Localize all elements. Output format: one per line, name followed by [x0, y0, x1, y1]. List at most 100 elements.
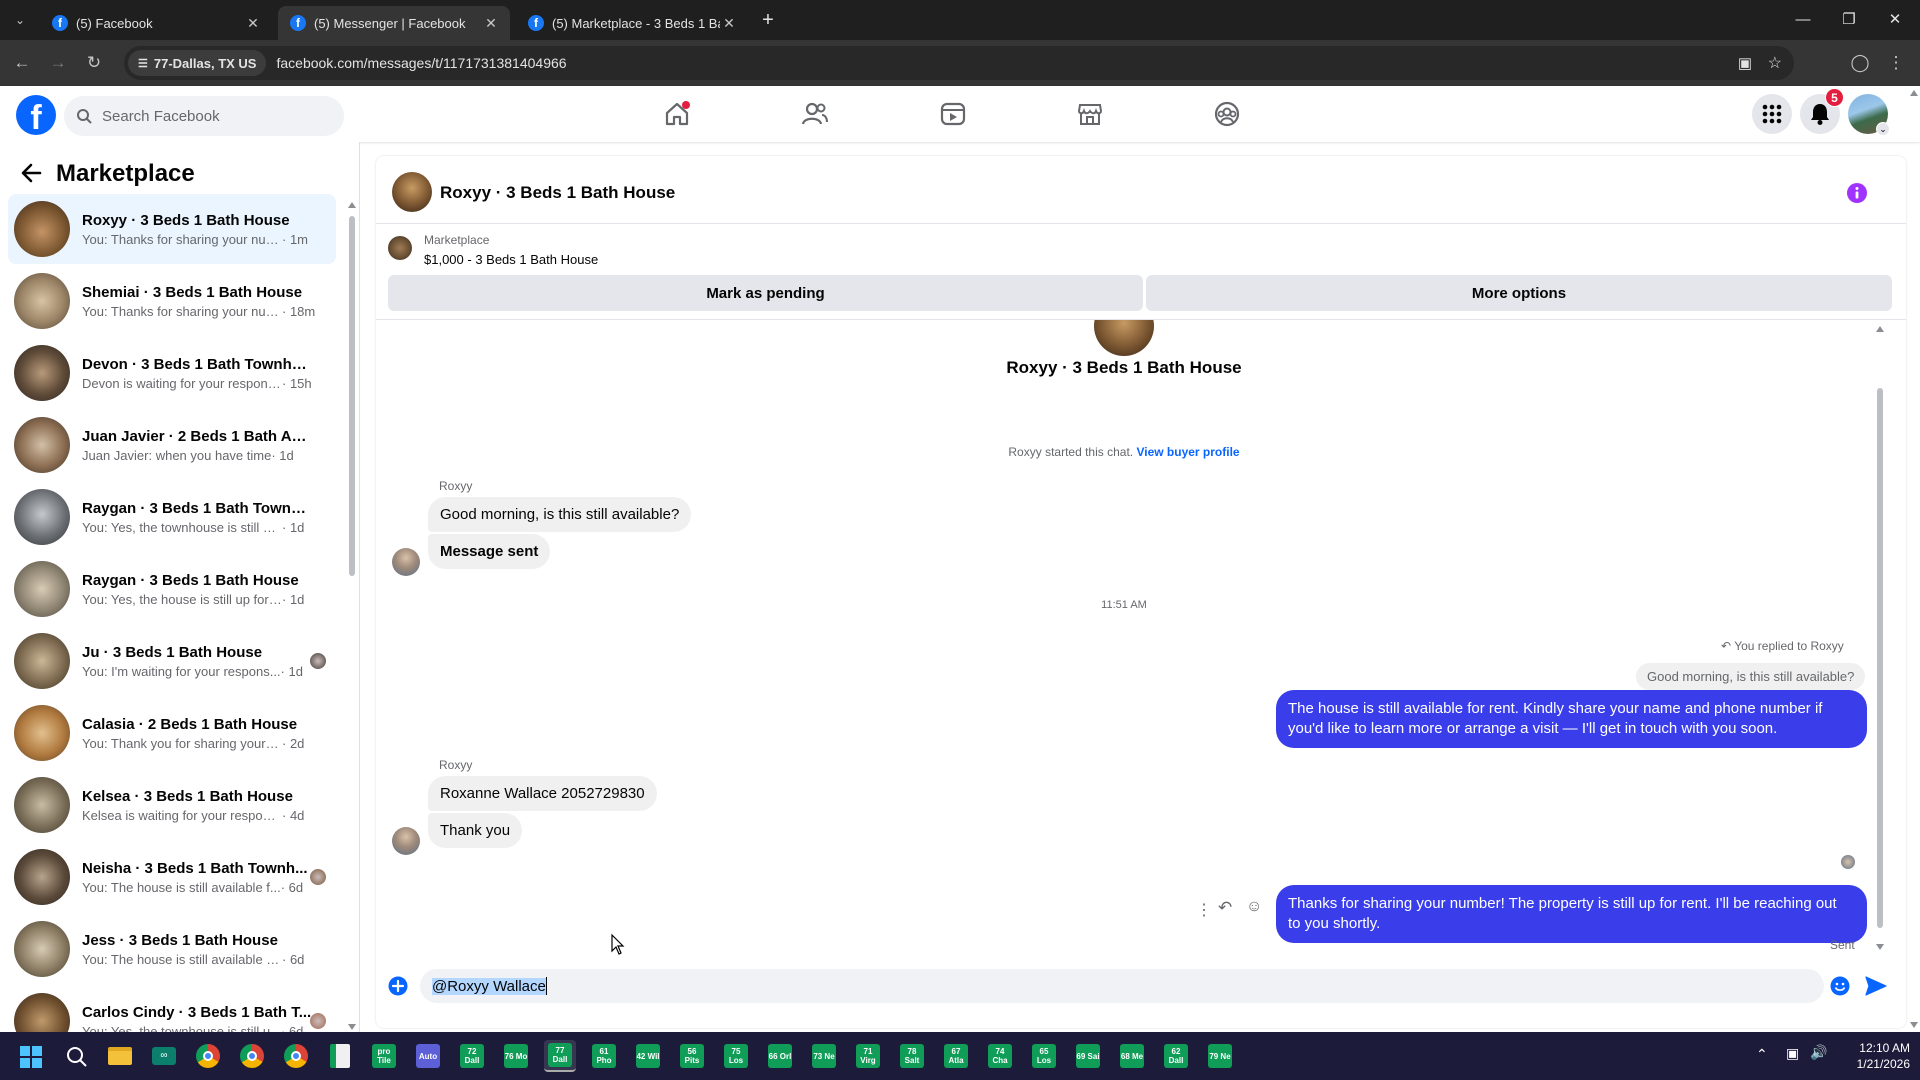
taskbar-search-icon[interactable]	[66, 1046, 88, 1068]
close-tab-icon[interactable]: ✕	[244, 15, 262, 32]
taskbar-app-group[interactable]: 66 Orl	[764, 1040, 796, 1072]
scrollbar-thumb[interactable]	[1877, 388, 1883, 928]
back-arrow-icon[interactable]	[20, 162, 42, 184]
sender-avatar[interactable]	[392, 548, 420, 576]
taskbar-app-group[interactable]: 77 Dall	[544, 1040, 576, 1072]
quoted-message[interactable]: Good morning, is this still available?	[1636, 663, 1866, 690]
taskbar-app-group[interactable]: 76 Mo	[500, 1040, 532, 1072]
nav-video[interactable]	[898, 92, 1008, 136]
conversation-item[interactable]: Neisha · 3 Beds 1 Bath Townh... You: The …	[8, 842, 336, 912]
taskbar-app-group[interactable]: 67 Atla	[940, 1040, 972, 1072]
conversation-item[interactable]: Roxyy · 3 Beds 1 Bath House You: Thanks f…	[8, 194, 336, 264]
account-avatar[interactable]: ⌄	[1848, 94, 1890, 136]
bookmark-star-icon[interactable]: ☆	[1768, 53, 1782, 73]
scrollbar-thumb[interactable]	[349, 216, 355, 576]
taskbar-app-group[interactable]: 65 Los	[1028, 1040, 1060, 1072]
scroll-down-icon[interactable]	[1910, 1022, 1918, 1028]
taskbar-app-group[interactable]: 69 Sai	[1072, 1040, 1104, 1072]
new-tab-icon[interactable]: +	[754, 6, 782, 34]
sheets-icon[interactable]	[324, 1040, 356, 1072]
scroll-up-icon[interactable]	[1876, 326, 1884, 332]
more-options-button[interactable]: More options	[1146, 275, 1892, 311]
listing-title[interactable]: $1,000 - 3 Beds 1 Bath House	[424, 252, 598, 267]
taskbar-app-group[interactable]: 68 Me	[1116, 1040, 1148, 1072]
scroll-down-icon[interactable]	[1876, 944, 1884, 950]
taskbar-app-group[interactable]: 75 Los	[720, 1040, 752, 1072]
scroll-up-icon[interactable]	[348, 202, 356, 208]
tray-chevron-icon[interactable]: ⌃	[1756, 1046, 1768, 1063]
emoji-icon[interactable]	[1830, 976, 1850, 996]
conversation-item[interactable]: Raygan · 3 Beds 1 Bath Townhou... You: Ye…	[8, 482, 336, 552]
close-tab-icon[interactable]: ✕	[482, 15, 500, 32]
outgoing-message-bubble[interactable]: The house is still available for rent. K…	[1276, 690, 1867, 748]
conversation-item[interactable]: Calasia · 2 Beds 1 Bath House You: Thank …	[8, 698, 336, 768]
network-icon[interactable]: ▣	[1786, 1045, 1799, 1062]
conversation-item[interactable]: Devon · 3 Beds 1 Bath Townhouse Devon is …	[8, 338, 336, 408]
taskbar-app-group[interactable]: Auto	[412, 1040, 444, 1072]
close-window-icon[interactable]: ✕	[1872, 6, 1918, 34]
taskbar-app-group[interactable]: 74 Cha	[984, 1040, 1016, 1072]
sender-avatar[interactable]	[392, 827, 420, 855]
reload-icon[interactable]: ↻	[80, 49, 108, 77]
tab-search-icon[interactable]: ⌄	[6, 6, 34, 34]
conversation-item[interactable]: Juan Javier · 2 Beds 1 Bath Apart... Juan…	[8, 410, 336, 480]
message-bubble[interactable]: Thank you	[428, 813, 523, 848]
taskbar-app-group[interactable]: 56 Pits	[676, 1040, 708, 1072]
nav-marketplace[interactable]	[1035, 92, 1145, 136]
profile-icon[interactable]: ◯	[1846, 49, 1874, 77]
menu-button[interactable]	[1752, 94, 1792, 134]
conversation-item[interactable]: Kelsea · 3 Beds 1 Bath House Kelsea is wa…	[8, 770, 336, 840]
search-input[interactable]: Search Facebook	[64, 96, 344, 136]
volume-icon[interactable]: 🔊	[1810, 1044, 1827, 1061]
nav-groups[interactable]	[1172, 92, 1282, 136]
chat-avatar[interactable]	[392, 172, 432, 212]
message-bubble[interactable]: Message sent	[428, 534, 551, 569]
taskbar-app-group[interactable]: 73 Ne	[808, 1040, 840, 1072]
message-input[interactable]: @Roxyy Wallace	[420, 969, 1850, 1003]
taskbar-app-group[interactable]: 61 Pho	[588, 1040, 620, 1072]
restore-icon[interactable]: ❐	[1826, 6, 1872, 34]
conversation-item[interactable]: Jess · 3 Beds 1 Bath House You: The house…	[8, 914, 336, 984]
tab-messenger[interactable]: f (5) Messenger | Facebook ✕	[278, 6, 510, 40]
taskbar-app-group[interactable]: 72 Dall	[456, 1040, 488, 1072]
taskbar-app-group[interactable]: pro Tile	[368, 1040, 400, 1072]
tab-marketplace[interactable]: f (5) Marketplace - 3 Beds 1 Bath ✕	[516, 6, 748, 40]
chrome-profile-icon[interactable]	[236, 1040, 268, 1072]
message-reply-icon[interactable]: ↶	[1218, 898, 1232, 918]
scroll-down-icon[interactable]	[348, 1024, 356, 1030]
message-react-icon[interactable]: ☺	[1246, 898, 1262, 916]
scroll-up-icon[interactable]	[1910, 90, 1918, 96]
back-icon[interactable]: ←	[8, 49, 36, 77]
location-chip[interactable]: ☰ 77-Dallas, TX US	[128, 50, 267, 76]
facebook-logo-icon[interactable]: f	[16, 95, 56, 135]
install-app-icon[interactable]: ▣	[1738, 54, 1752, 72]
file-explorer-icon[interactable]	[104, 1040, 136, 1072]
address-bar[interactable]: ☰ 77-Dallas, TX US facebook.com/messages…	[124, 46, 1794, 80]
nav-home[interactable]	[622, 92, 732, 136]
outgoing-message-bubble[interactable]: Thanks for sharing your number! The prop…	[1276, 885, 1867, 943]
chat-scrollbar[interactable]	[1876, 326, 1884, 950]
forward-icon[interactable]: →	[44, 49, 72, 77]
view-buyer-profile-link[interactable]: View buyer profile	[1136, 445, 1239, 459]
message-bubble[interactable]: Roxanne Wallace 2052729830	[428, 776, 657, 811]
page-scrollbar[interactable]	[1908, 86, 1920, 1032]
send-icon[interactable]	[1865, 976, 1887, 996]
windows-start-icon[interactable]	[20, 1046, 42, 1068]
nav-friends[interactable]	[760, 92, 870, 136]
add-attachment-icon[interactable]	[388, 976, 408, 996]
minimize-icon[interactable]: —	[1780, 6, 1826, 34]
chrome-icon[interactable]	[192, 1040, 224, 1072]
taskbar-app-group[interactable]: 42 Wil	[632, 1040, 664, 1072]
mark-pending-button[interactable]: Mark as pending	[388, 275, 1143, 311]
tab-facebook[interactable]: f (5) Facebook ✕	[40, 6, 272, 40]
message-more-icon[interactable]: ⋮	[1196, 900, 1212, 920]
chat-title[interactable]: Roxyy · 3 Beds 1 Bath House	[440, 183, 675, 203]
app-icon-teal[interactable]: ∞	[148, 1040, 180, 1072]
conversation-item[interactable]: Raygan · 3 Beds 1 Bath House You: Yes, th…	[8, 554, 336, 624]
conversation-item[interactable]: Shemiai · 3 Beds 1 Bath House You: Thanks…	[8, 266, 336, 336]
chrome-profile-icon[interactable]	[280, 1040, 312, 1072]
sidebar-scrollbar[interactable]	[348, 202, 356, 1030]
close-tab-icon[interactable]: ✕	[720, 15, 738, 32]
notifications-button[interactable]: 5	[1800, 88, 1844, 134]
taskbar-app-group[interactable]: 71 Virg	[852, 1040, 884, 1072]
